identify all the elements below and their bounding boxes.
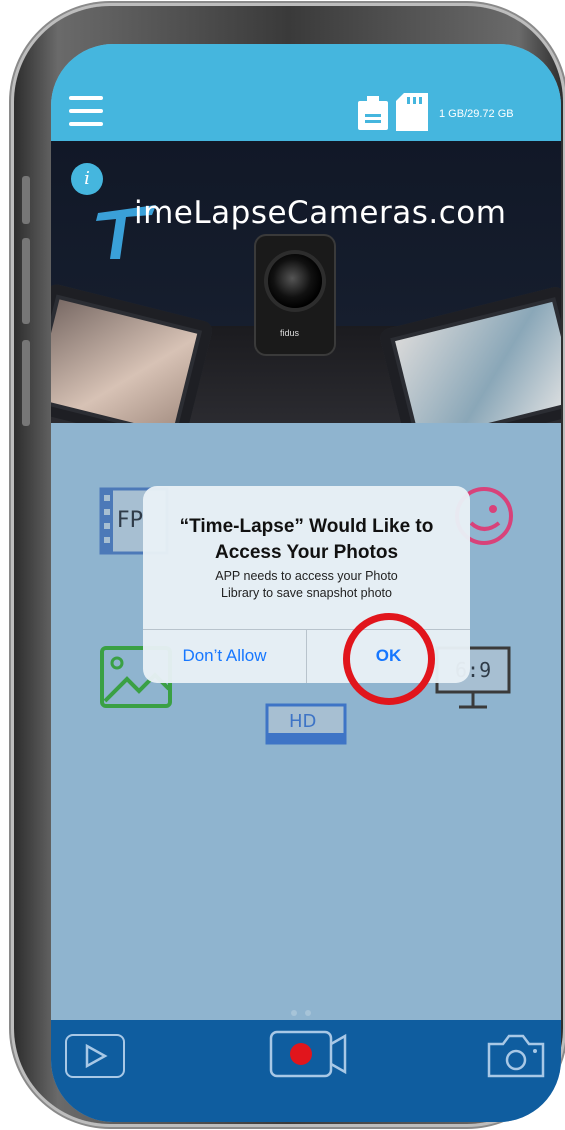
alert-title: “Time-Lapse” Would Like to Access Your P… <box>179 516 434 563</box>
mute-switch <box>22 176 30 224</box>
page-dot-1 <box>291 1010 297 1016</box>
camera-preview[interactable]: imeLapseCameras.com i fidus <box>51 141 561 423</box>
info-icon[interactable]: i <box>71 163 103 195</box>
volume-up-button <box>22 238 30 324</box>
alert-message: APP needs to access your Photo Library t… <box>215 569 398 600</box>
page-dot-2 <box>305 1010 311 1016</box>
app-screen: 1 GB/29.72 GB imeLapseCameras.com i fidu… <box>51 44 561 1122</box>
record-button[interactable] <box>269 1030 349 1078</box>
volume-down-button <box>22 340 30 426</box>
playback-button[interactable] <box>65 1034 125 1078</box>
bottom-bar <box>51 1020 561 1122</box>
battery-icon <box>358 96 388 130</box>
snapshot-camera-button[interactable] <box>485 1032 547 1080</box>
hd-icon[interactable]: HD <box>265 703 347 747</box>
hd-label: HD <box>289 711 316 732</box>
fps-label: FP <box>117 508 143 533</box>
camera-brand-label: fidus <box>280 328 300 338</box>
logo-text: imeLapseCameras.com <box>134 195 507 231</box>
phone-frame: 1 GB/29.72 GB imeLapseCameras.com i fidu… <box>14 6 563 1124</box>
timelapse-camera-image: fidus <box>256 236 334 354</box>
ok-highlight-circle <box>343 613 435 705</box>
play-icon <box>85 1043 108 1069</box>
dont-allow-button[interactable]: Don’t Allow <box>143 629 306 683</box>
storage-readout: 1 GB/29.72 GB <box>439 108 514 120</box>
top-bar: 1 GB/29.72 GB <box>51 44 561 141</box>
sd-card-icon <box>396 93 428 131</box>
menu-icon[interactable] <box>69 96 103 126</box>
page-indicator <box>291 1003 319 1021</box>
camera-lens <box>268 254 322 308</box>
